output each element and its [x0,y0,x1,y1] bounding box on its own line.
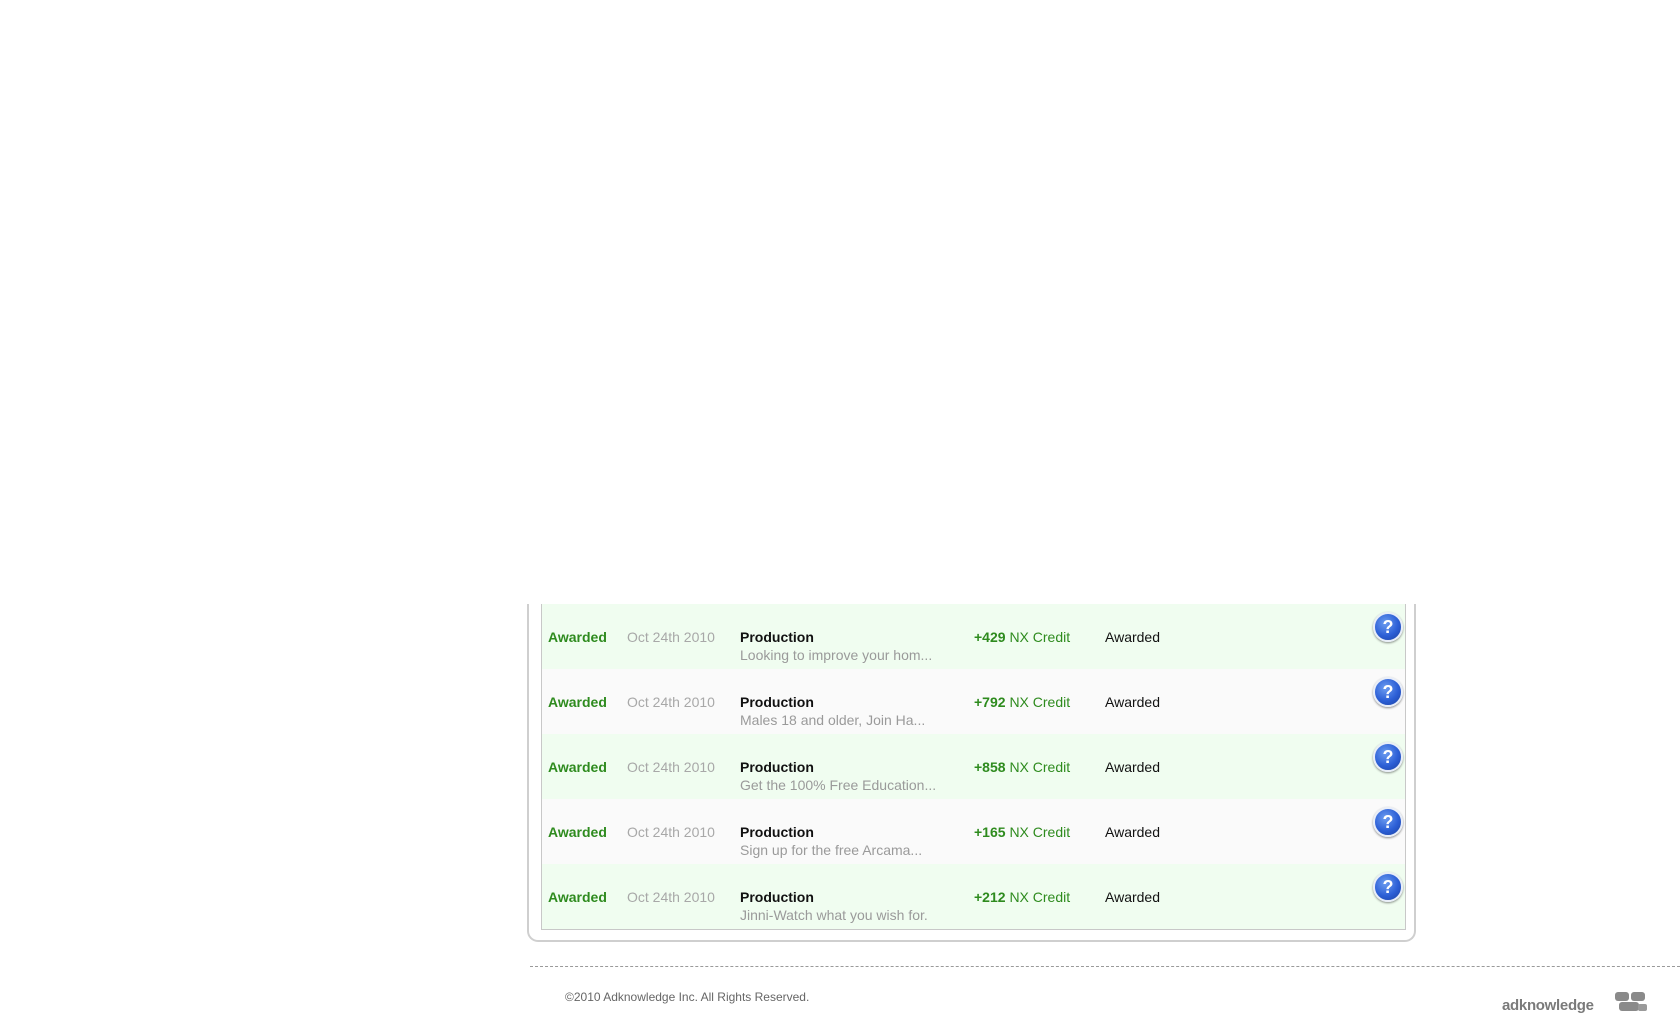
credit-status: Awarded [1105,694,1161,710]
credit-amount: +792 [974,694,1006,710]
credit-value: +792 NX Credit [974,694,1070,710]
credit-amount: +429 [974,629,1006,645]
offer-name: Production [740,824,814,840]
offer-name: Production [740,694,814,710]
table-row: Awarded Oct 24th 2010 Production Males 1… [542,669,1405,734]
row-status: Awarded [548,824,607,840]
credit-amount: +858 [974,759,1006,775]
credit-unit: NX Credit [1009,759,1071,775]
credit-value: +212 NX Credit [974,889,1070,905]
offer-description: Sign up for the free Arcama... [740,842,923,858]
row-date: Oct 24th 2010 [627,759,715,775]
table-row: Awarded Oct 24th 2010 Production Looking… [542,604,1405,669]
row-date: Oct 24th 2010 [627,629,715,645]
offer-description: Males 18 and older, Join Ha... [740,712,926,728]
help-icon[interactable]: ? [1373,872,1403,902]
transaction-table: Awarded Oct 24th 2010 Production Looking… [541,604,1406,930]
adknowledge-logo-icon [1615,992,1647,1011]
offer-name: Production [740,759,814,775]
table-row: Awarded Oct 24th 2010 Production Jinni-W… [542,864,1405,929]
adknowledge-logo[interactable]: adknowledge [1502,988,1652,1016]
row-status: Awarded [548,629,607,645]
offer-description: Jinni-Watch what you wish for. [740,907,928,923]
offer-description: Get the 100% Free Education... [740,777,937,793]
credit-amount: +165 [974,824,1006,840]
footer-divider [530,966,1680,967]
copyright-text: ©2010 Adknowledge Inc. All Rights Reserv… [565,990,810,1004]
credit-unit: NX Credit [1009,889,1071,905]
row-date: Oct 24th 2010 [627,824,715,840]
offer-description: Looking to improve your hom... [740,647,933,663]
credit-amount: +212 [974,889,1006,905]
table-row: Awarded Oct 24th 2010 Production Get the… [542,734,1405,799]
credit-unit: NX Credit [1009,824,1071,840]
credit-unit: NX Credit [1009,629,1071,645]
help-icon[interactable]: ? [1373,677,1403,707]
logo-text: adknowledge [1502,997,1594,1014]
transaction-panel: Awarded Oct 24th 2010 Production Looking… [527,604,1416,942]
credit-value: +429 NX Credit [974,629,1070,645]
help-icon[interactable]: ? [1373,742,1403,772]
offer-name: Production [740,889,814,905]
credit-status: Awarded [1105,889,1161,905]
credit-status: Awarded [1105,629,1161,645]
table-row: Awarded Oct 24th 2010 Production Sign up… [542,799,1405,864]
row-date: Oct 24th 2010 [627,889,715,905]
credit-unit: NX Credit [1009,694,1071,710]
help-icon[interactable]: ? [1373,612,1403,642]
credit-value: +165 NX Credit [974,824,1070,840]
row-status: Awarded [548,759,607,775]
credit-status: Awarded [1105,759,1161,775]
credit-value: +858 NX Credit [974,759,1070,775]
offer-name: Production [740,629,814,645]
row-status: Awarded [548,889,607,905]
row-date: Oct 24th 2010 [627,694,715,710]
page: Awarded Oct 24th 2010 Production Looking… [0,0,1680,1024]
credit-status: Awarded [1105,824,1161,840]
row-status: Awarded [548,694,607,710]
help-icon[interactable]: ? [1373,807,1403,837]
